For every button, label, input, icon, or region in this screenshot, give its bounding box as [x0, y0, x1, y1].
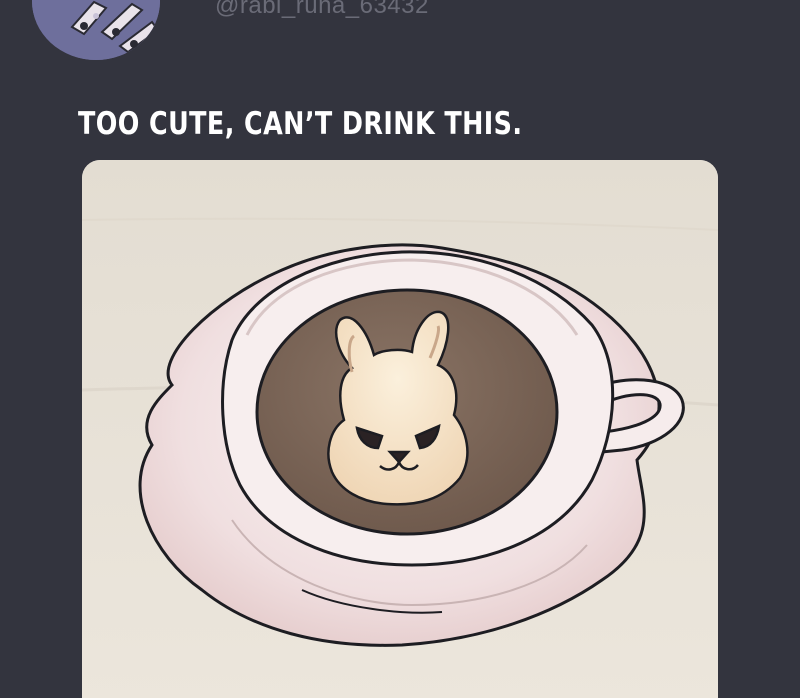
post-caption: TOO CUTE, CAN’T DRINK THIS.	[78, 106, 523, 142]
avatar[interactable]	[32, 0, 160, 60]
post-card: @rabi_runa_63432 TOO CUTE, CAN’T DRINK T…	[0, 0, 800, 698]
user-handle[interactable]: @rabi_runa_63432	[215, 0, 429, 20]
latte-art-image	[82, 160, 718, 698]
painted-nails-icon	[32, 0, 160, 60]
post-image[interactable]	[82, 160, 718, 698]
